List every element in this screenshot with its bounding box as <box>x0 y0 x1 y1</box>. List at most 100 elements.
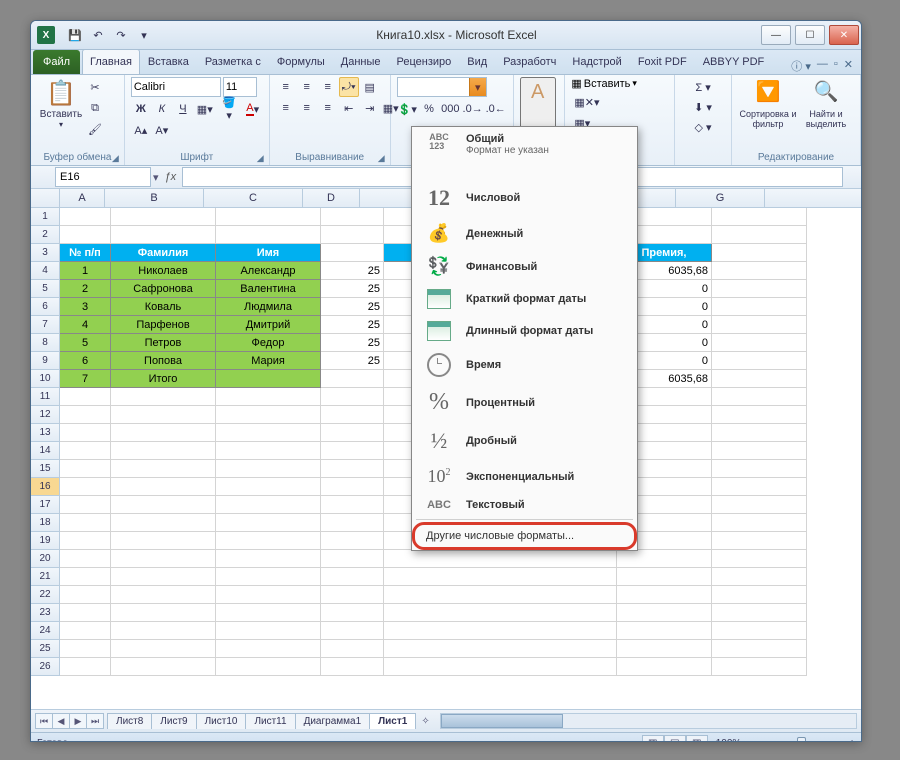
cell[interactable]: № п/п <box>60 244 111 262</box>
cell[interactable]: Петров <box>111 334 216 352</box>
zoom-level[interactable]: 100% <box>716 738 742 743</box>
window-close-button[interactable]: ✕ <box>829 25 859 45</box>
cell[interactable]: 3 <box>60 298 111 316</box>
cell[interactable] <box>712 496 807 514</box>
select-all-corner[interactable] <box>31 189 60 207</box>
file-tab[interactable]: Файл <box>33 50 80 74</box>
percent-format-icon[interactable]: % <box>419 99 439 119</box>
sheet-tab[interactable]: Лист8 <box>107 713 152 729</box>
ribbon-tab[interactable]: Данные <box>333 49 389 74</box>
cell[interactable] <box>384 550 617 568</box>
cell[interactable] <box>111 442 216 460</box>
cell[interactable] <box>617 550 712 568</box>
cell[interactable] <box>216 406 321 424</box>
insert-cells-button[interactable]: Вставить <box>584 78 631 90</box>
cell[interactable] <box>712 622 807 640</box>
ribbon-tab[interactable]: Foxit PDF <box>630 49 695 74</box>
row-header[interactable]: 19 <box>31 532 60 550</box>
cell[interactable] <box>384 586 617 604</box>
cell[interactable] <box>384 622 617 640</box>
row-header[interactable]: 18 <box>31 514 60 532</box>
zoom-thumb[interactable] <box>797 737 806 742</box>
qat-undo-icon[interactable]: ↶ <box>88 26 108 44</box>
cell[interactable]: 25 <box>321 316 384 334</box>
column-header[interactable]: D <box>303 189 360 207</box>
ribbon-tab[interactable]: Разметка с <box>197 49 269 74</box>
cell[interactable] <box>216 568 321 586</box>
accounting-format-icon[interactable]: 💲▾ <box>397 99 418 119</box>
more-number-formats-item[interactable]: Другие числовые форматы... <box>412 522 637 550</box>
cell[interactable] <box>216 532 321 550</box>
font-size-input[interactable] <box>223 77 257 97</box>
cell[interactable]: Александр <box>216 262 321 280</box>
zoom-slider[interactable] <box>755 741 845 742</box>
sheet-tab[interactable]: Лист10 <box>196 713 247 729</box>
cell[interactable]: Николаев <box>111 262 216 280</box>
cell[interactable] <box>712 244 807 262</box>
row-header[interactable]: 25 <box>31 640 60 658</box>
cell[interactable] <box>712 352 807 370</box>
cell[interactable] <box>712 334 807 352</box>
cell[interactable] <box>321 532 384 550</box>
shrink-font-icon[interactable]: A▾ <box>152 120 172 140</box>
cell[interactable] <box>712 514 807 532</box>
cell[interactable] <box>111 388 216 406</box>
cell[interactable] <box>712 262 807 280</box>
dialog-launcher-icon[interactable]: ◢ <box>257 153 267 163</box>
cell[interactable] <box>60 442 111 460</box>
cell[interactable]: Парфенов <box>111 316 216 334</box>
cell[interactable] <box>712 226 807 244</box>
cell[interactable] <box>384 658 617 676</box>
cell[interactable] <box>216 604 321 622</box>
cell[interactable] <box>216 586 321 604</box>
cell[interactable] <box>216 622 321 640</box>
cell[interactable] <box>712 478 807 496</box>
qat-redo-icon[interactable]: ↷ <box>111 26 131 44</box>
cell[interactable] <box>384 604 617 622</box>
cell[interactable]: Коваль <box>111 298 216 316</box>
cell[interactable]: 4 <box>60 316 111 334</box>
dialog-launcher-icon[interactable]: ◢ <box>112 153 122 163</box>
sheet-tab[interactable]: Лист9 <box>151 713 196 729</box>
qat-save-icon[interactable]: 💾 <box>65 26 85 44</box>
cell[interactable] <box>111 406 216 424</box>
cell[interactable] <box>617 658 712 676</box>
cell[interactable]: 25 <box>321 334 384 352</box>
number-format-item[interactable]: ½Дробный <box>412 422 637 460</box>
cell[interactable] <box>111 532 216 550</box>
row-header[interactable]: 10 <box>31 370 60 388</box>
cell[interactable] <box>111 604 216 622</box>
zoom-in-icon[interactable]: + <box>849 738 855 743</box>
row-header[interactable]: 1 <box>31 208 60 226</box>
underline-button[interactable]: Ч <box>173 99 193 119</box>
cell[interactable]: Попова <box>111 352 216 370</box>
cell[interactable] <box>60 514 111 532</box>
cell[interactable] <box>712 298 807 316</box>
cell[interactable] <box>617 604 712 622</box>
cell[interactable] <box>321 550 384 568</box>
cell[interactable]: Дмитрий <box>216 316 321 334</box>
cell[interactable] <box>111 622 216 640</box>
align-top-icon[interactable]: ≡ <box>276 77 296 97</box>
cell[interactable] <box>712 388 807 406</box>
row-header[interactable]: 3 <box>31 244 60 262</box>
cell[interactable] <box>321 370 384 388</box>
cell[interactable] <box>111 550 216 568</box>
copy-icon[interactable]: ⧉ <box>85 98 105 118</box>
row-header[interactable]: 13 <box>31 424 60 442</box>
number-format-item[interactable]: Длинный формат даты <box>412 315 637 347</box>
ribbon-tab[interactable]: Главная <box>82 49 140 74</box>
cell[interactable] <box>60 550 111 568</box>
cell[interactable] <box>111 478 216 496</box>
cell[interactable] <box>60 586 111 604</box>
cell[interactable] <box>617 568 712 586</box>
row-header[interactable]: 4 <box>31 262 60 280</box>
row-header[interactable]: 11 <box>31 388 60 406</box>
zoom-out-icon[interactable]: − <box>745 738 751 743</box>
cell[interactable] <box>321 514 384 532</box>
cell[interactable]: Людмила <box>216 298 321 316</box>
italic-button[interactable]: К <box>152 99 172 119</box>
cell[interactable] <box>111 226 216 244</box>
cell[interactable] <box>321 496 384 514</box>
cell[interactable]: Итого <box>111 370 216 388</box>
